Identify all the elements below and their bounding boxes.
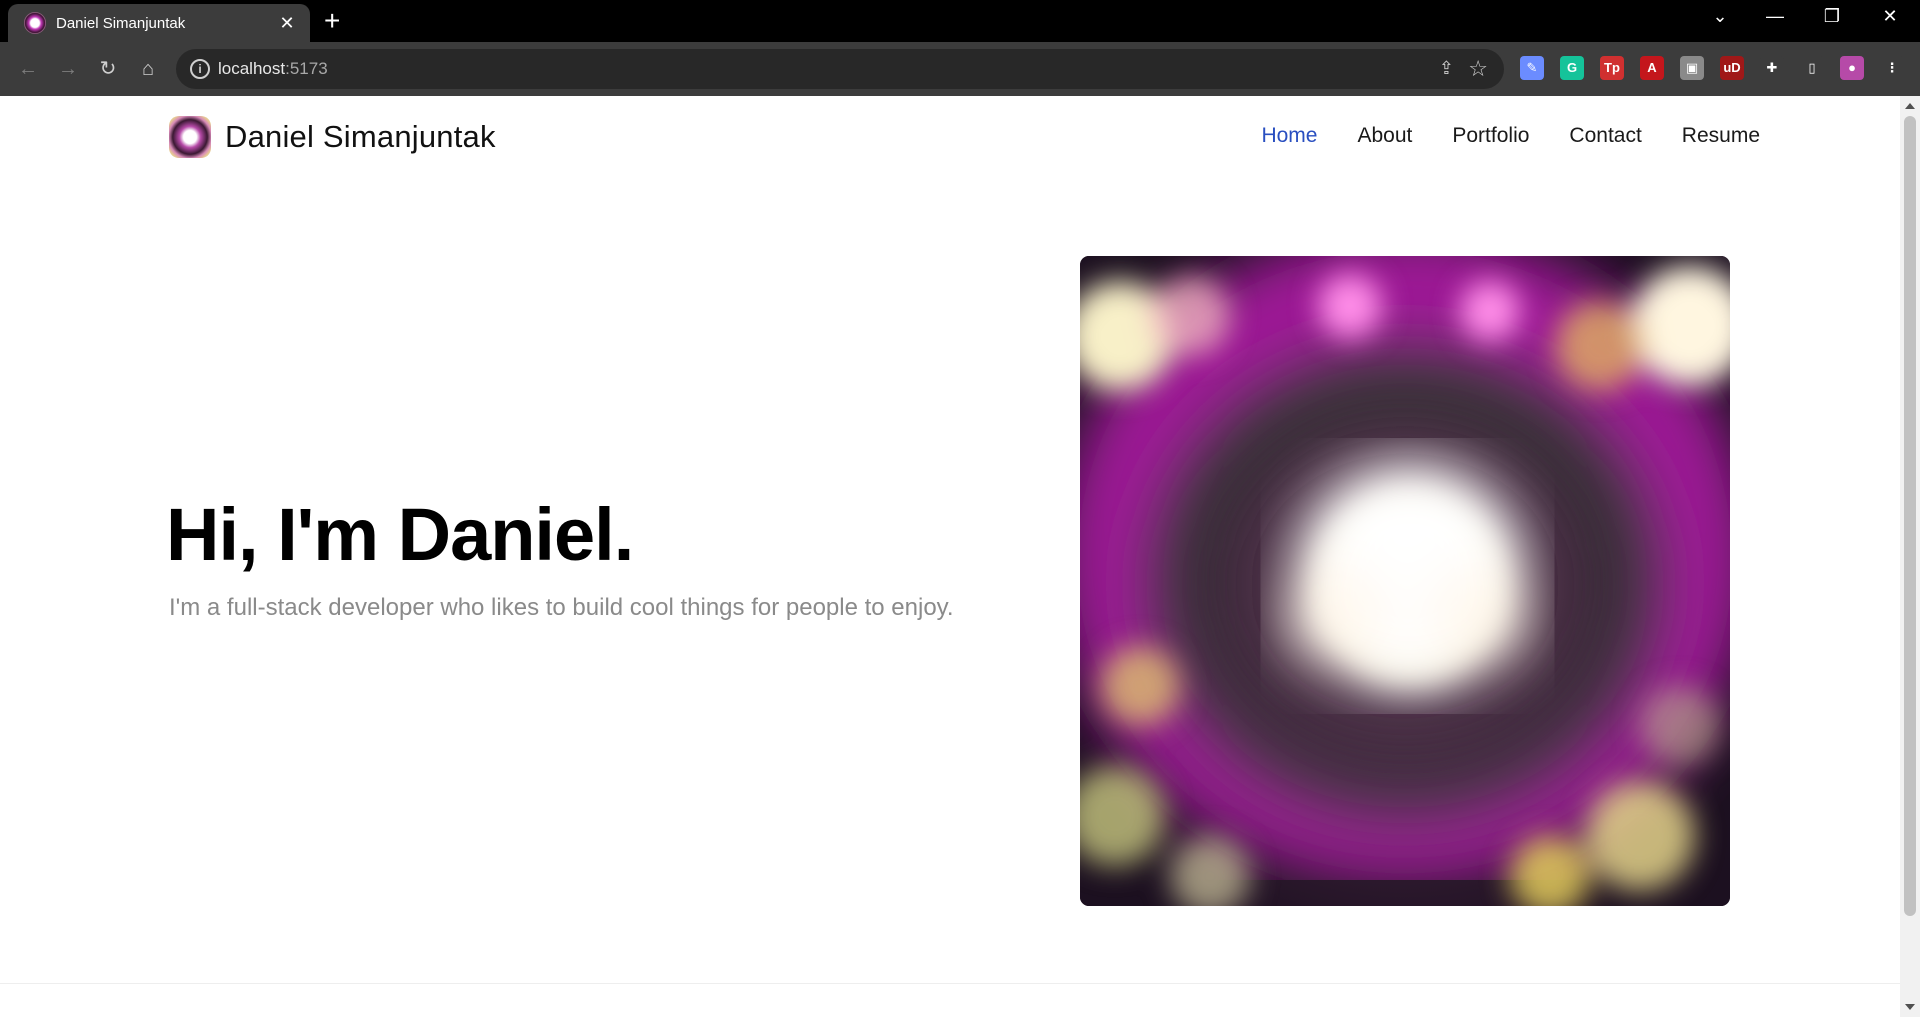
nav-resume-link[interactable]: Resume: [1682, 124, 1760, 148]
bokeh-artwork: [1080, 256, 1730, 906]
side-panel-icon[interactable]: ▯: [1800, 56, 1824, 80]
address-bar[interactable]: i localhost:5173 ⇪ ☆: [176, 49, 1504, 89]
home-icon[interactable]: ⌂: [134, 55, 162, 83]
nav-about-link[interactable]: About: [1357, 124, 1412, 148]
page-viewport: Daniel Simanjuntak Home About Portfolio …: [0, 96, 1900, 1017]
acrobat-icon[interactable]: A: [1640, 56, 1664, 80]
ublock-icon[interactable]: uD: [1720, 56, 1744, 80]
url-port: :5173: [285, 59, 328, 78]
browser-tab-active[interactable]: Daniel Simanjuntak ✕: [8, 4, 310, 42]
scroll-up-arrow-icon[interactable]: [1905, 103, 1915, 109]
share-icon[interactable]: ⇪: [1439, 58, 1454, 79]
forward-arrow-icon[interactable]: →: [54, 55, 82, 83]
pen-extension-icon[interactable]: ✎: [1520, 56, 1544, 80]
gray-extension-icon[interactable]: ▣: [1680, 56, 1704, 80]
nav-portfolio-link[interactable]: Portfolio: [1452, 124, 1529, 148]
site-info-icon[interactable]: i: [190, 59, 210, 79]
address-url[interactable]: localhost:5173: [218, 59, 328, 79]
kebab-menu-icon[interactable]: ⋮: [1880, 56, 1904, 80]
nav-home-link[interactable]: Home: [1261, 124, 1317, 148]
url-host: localhost: [218, 59, 286, 78]
tp-extension-icon[interactable]: Tp: [1600, 56, 1624, 80]
bookmark-star-icon[interactable]: ☆: [1468, 56, 1488, 82]
brand-link[interactable]: Daniel Simanjuntak: [169, 116, 496, 158]
nav-contact-link[interactable]: Contact: [1569, 124, 1641, 148]
site-favicon-icon: [24, 12, 46, 34]
scrollbar-thumb[interactable]: [1904, 116, 1916, 916]
close-window-button[interactable]: ✕: [1870, 6, 1910, 27]
hero-subtitle: I'm a full-stack developer who likes to …: [169, 594, 954, 621]
scroll-down-arrow-icon[interactable]: [1905, 1004, 1915, 1010]
brand-name: Daniel Simanjuntak: [225, 119, 496, 154]
tab-title: Daniel Simanjuntak: [56, 14, 186, 32]
browser-tab-strip: Daniel Simanjuntak ✕ + ⌄ — ❐ ✕: [0, 0, 1920, 42]
footer-divider: [0, 983, 1900, 984]
close-tab-icon[interactable]: ✕: [276, 13, 298, 34]
profile-avatar-icon[interactable]: ●: [1840, 56, 1864, 80]
back-arrow-icon[interactable]: ←: [14, 55, 42, 83]
page-scrollbar[interactable]: [1900, 96, 1920, 1017]
minimize-window-button[interactable]: —: [1755, 6, 1795, 27]
browser-toolbar: ← → ↻ ⌂ i localhost:5173 ⇪ ☆ ✎ G Tp A ▣ uD ✚ ▯ ●…: [0, 42, 1920, 96]
restore-window-button[interactable]: ❐: [1812, 6, 1852, 27]
main-nav: Home About Portfolio Contact Resume: [1261, 124, 1760, 148]
hero-title: Hi, I'm Daniel.: [166, 493, 634, 576]
reload-icon[interactable]: ↻: [94, 55, 122, 83]
grammarly-icon[interactable]: G: [1560, 56, 1584, 80]
tab-search-icon[interactable]: ⌄: [1700, 6, 1740, 27]
hero-bokeh-image: [1080, 256, 1730, 906]
new-tab-button[interactable]: +: [324, 6, 340, 36]
brand-logo-icon: [169, 116, 211, 158]
puzzle-extensions-icon[interactable]: ✚: [1760, 56, 1784, 80]
